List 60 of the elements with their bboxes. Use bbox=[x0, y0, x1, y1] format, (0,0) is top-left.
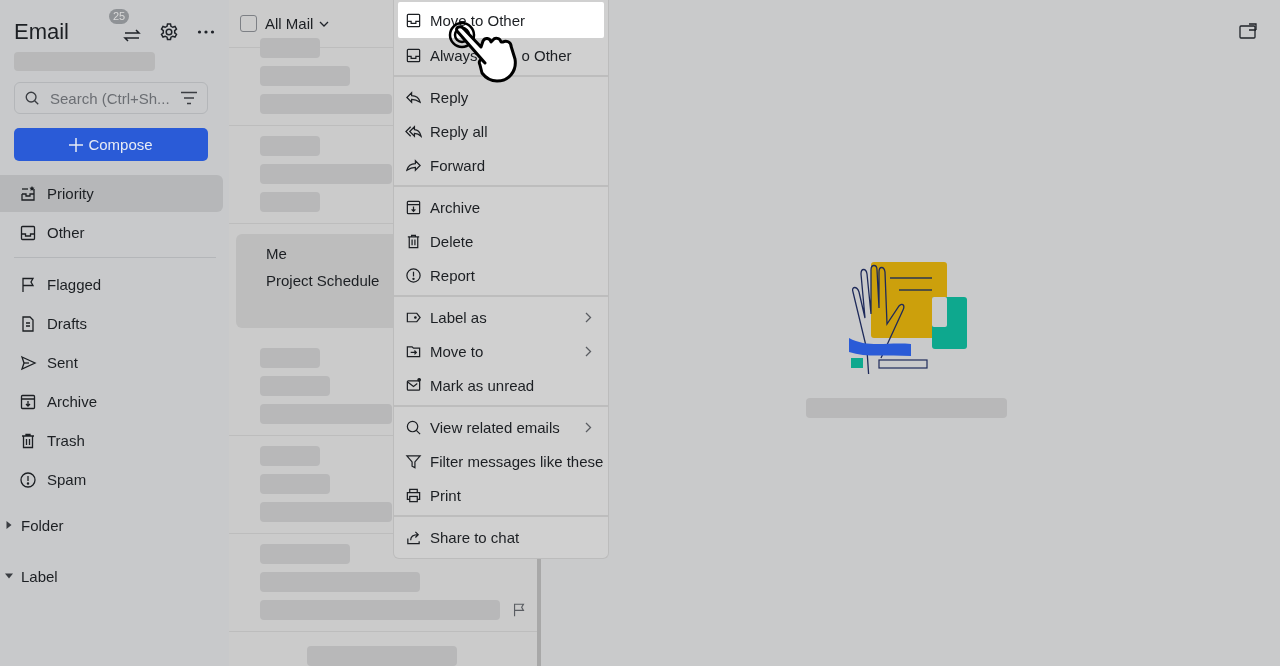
search-icon bbox=[24, 90, 40, 106]
inbox-icon bbox=[405, 46, 422, 64]
menu-item-text: o Other bbox=[521, 46, 572, 64]
menu-item[interactable]: Share to chat bbox=[398, 520, 604, 554]
menu-item[interactable]: Move to Other bbox=[398, 2, 604, 38]
flag-icon bbox=[19, 275, 37, 294]
exclamation-icon bbox=[405, 266, 422, 284]
swap-arrows-icon bbox=[123, 28, 141, 42]
app-title: Email bbox=[14, 19, 70, 45]
menu-item[interactable]: Reply bbox=[398, 80, 604, 114]
search-field[interactable]: Search (Ctrl+Sh... bbox=[14, 82, 208, 114]
menu-item[interactable]: Always o Other bbox=[398, 38, 604, 72]
sort-button[interactable] bbox=[123, 28, 141, 42]
plus-icon bbox=[69, 137, 84, 152]
menu-item[interactable]: Filter messages like these bbox=[398, 444, 604, 478]
filter-icon[interactable] bbox=[180, 91, 198, 105]
nav-item[interactable]: Priority bbox=[0, 175, 223, 212]
flag-icon[interactable] bbox=[511, 602, 527, 618]
menu-item[interactable]: Archive bbox=[398, 190, 604, 224]
archive-icon bbox=[19, 392, 37, 411]
nav-item[interactable]: Trash bbox=[0, 422, 223, 459]
menu-item[interactable]: Mark as unread bbox=[398, 368, 604, 402]
section-header[interactable]: Folder bbox=[0, 511, 229, 539]
chevron-down-icon bbox=[319, 20, 330, 27]
filter-icon bbox=[405, 452, 422, 470]
section-header[interactable]: Label bbox=[0, 562, 229, 590]
nav-item[interactable]: Drafts bbox=[0, 305, 223, 342]
trash-icon bbox=[19, 431, 37, 450]
archive-icon bbox=[405, 198, 422, 216]
search-input[interactable]: Search (Ctrl+Sh... bbox=[48, 88, 172, 108]
envelope-icon bbox=[405, 376, 422, 394]
sender-name: Me bbox=[266, 245, 287, 262]
inbox-star-icon bbox=[19, 184, 37, 203]
inbox-icon bbox=[405, 11, 422, 29]
nav-item[interactable]: Other bbox=[0, 214, 223, 251]
menu-item[interactable]: Reply all bbox=[398, 114, 604, 148]
more-icon bbox=[197, 30, 215, 34]
menu-item[interactable]: View related emails bbox=[398, 410, 604, 444]
mailbox-dropdown[interactable]: All Mail bbox=[265, 15, 330, 32]
select-all-checkbox[interactable] bbox=[240, 15, 257, 32]
popout-icon[interactable] bbox=[1239, 23, 1257, 39]
search-icon bbox=[405, 418, 422, 436]
nav-item[interactable]: Sent bbox=[0, 344, 223, 381]
nav-item[interactable]: Spam bbox=[0, 461, 223, 498]
settings-button[interactable] bbox=[159, 21, 179, 43]
gear-icon bbox=[159, 22, 179, 42]
menu-item[interactable]: Move to bbox=[398, 334, 604, 368]
document-icon bbox=[19, 314, 37, 333]
inbox-icon bbox=[19, 223, 37, 242]
printer-icon bbox=[405, 486, 422, 504]
nav-item[interactable]: Flagged bbox=[0, 266, 223, 303]
menu-item[interactable]: Forward bbox=[398, 148, 604, 182]
email-subject: Project Schedule bbox=[266, 272, 380, 289]
compose-button[interactable]: Compose bbox=[14, 128, 208, 161]
menu-item[interactable]: Print bbox=[398, 478, 604, 512]
exclamation-icon bbox=[19, 470, 37, 489]
nav-item[interactable]: Archive bbox=[0, 383, 223, 420]
trash-icon bbox=[405, 232, 422, 250]
count-badge: 25 bbox=[109, 9, 130, 24]
send-icon bbox=[19, 353, 37, 372]
